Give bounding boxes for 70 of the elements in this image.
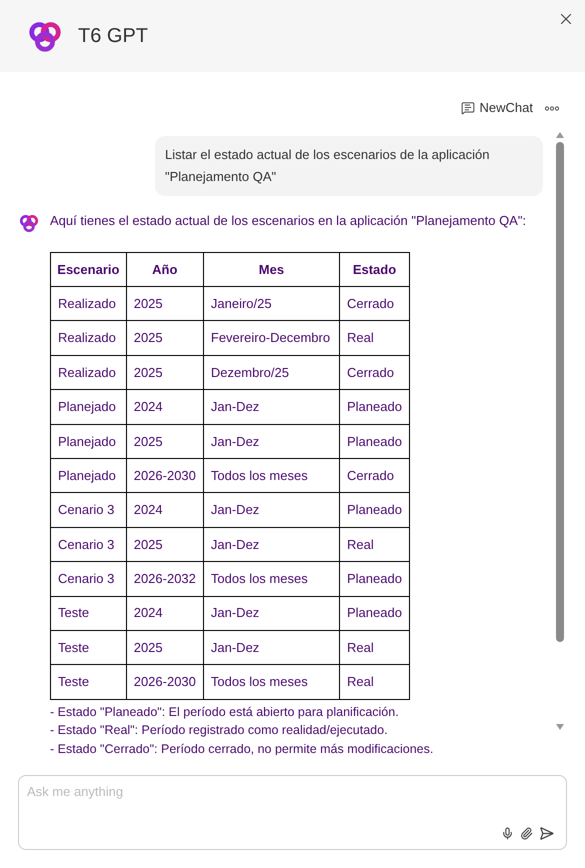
table-cell: Teste xyxy=(50,664,126,700)
app-title: T6 GPT xyxy=(78,24,148,49)
chat-input[interactable]: Ask me anything xyxy=(19,776,566,802)
table-cell: Jan-Dez xyxy=(203,596,340,630)
table-cell: Jan-Dez xyxy=(203,390,340,424)
table-cell: Realizado xyxy=(50,286,126,321)
table-cell: 2025 xyxy=(126,286,204,321)
paperclip-icon[interactable] xyxy=(520,827,533,840)
chat-input-box[interactable]: Ask me anything xyxy=(18,775,567,850)
table-cell: Jan-Dez xyxy=(203,527,340,562)
table-cell: Todos los meses xyxy=(203,458,340,493)
table-cell: Planeado xyxy=(340,390,410,424)
table-cell: Jan-Dez xyxy=(203,424,340,458)
user-message: Listar el estado actual de los escenarios de la aplicación "Planejamento QA" xyxy=(155,136,543,196)
table-cell: Cerrado xyxy=(340,286,410,321)
table-cell: 2026-2030 xyxy=(126,458,204,493)
table-cell: Real xyxy=(340,630,410,665)
note-text: - Estado "Cerrado": Período cerrado, no permite más modificaciones. xyxy=(50,740,434,755)
scroll-down-icon[interactable] xyxy=(556,724,564,730)
table-cell: 2026-2032 xyxy=(126,562,204,596)
scroll-up-icon[interactable] xyxy=(556,132,564,138)
table-cell: Teste xyxy=(50,596,126,630)
table-cell: Planejado xyxy=(50,390,126,424)
table-cell: Cerrado xyxy=(340,458,410,493)
chat-icon xyxy=(460,101,475,115)
table-cell: 2024 xyxy=(126,596,204,630)
more-icon[interactable] xyxy=(545,106,559,110)
column-header: Mes xyxy=(203,252,340,286)
table-cell: Cerrado xyxy=(340,355,410,390)
bot-avatar-icon xyxy=(18,212,40,234)
table-cell: Janeiro/25 xyxy=(203,286,340,321)
table-cell: 2024 xyxy=(126,492,204,528)
table-cell: Jan-Dez xyxy=(203,630,340,665)
table-cell: Planejado xyxy=(50,424,126,458)
new-chat-button[interactable]: NewChat xyxy=(460,98,533,118)
column-header: Año xyxy=(126,252,204,286)
table-cell: 2025 xyxy=(126,630,204,665)
table-cell: Real xyxy=(340,527,410,562)
table-cell: Real xyxy=(340,664,410,700)
table-cell: Dezembro/25 xyxy=(203,355,340,390)
table-cell: 2025 xyxy=(126,527,204,562)
table-cell: Planejado xyxy=(50,458,126,493)
table-cell: Real xyxy=(340,320,410,356)
table-cell: Realizado xyxy=(50,355,126,390)
table-cell: 2025 xyxy=(126,355,204,390)
scrollbar-thumb[interactable] xyxy=(556,142,564,642)
table-cell: Cenario 3 xyxy=(50,562,126,596)
table-cell: 2025 xyxy=(126,424,204,458)
table-cell: 2025 xyxy=(126,320,204,356)
column-header: Escenario xyxy=(50,252,126,286)
table-cell: 2024 xyxy=(126,390,204,424)
table-cell: Planeado xyxy=(340,596,410,630)
table-cell: Planeado xyxy=(340,562,410,596)
bot-intro-text: Aquí tienes el estado actual de los escenarios en la aplicación "Planejamento QA": xyxy=(50,212,526,230)
note-text: - Estado "Planeado": El período está abierto para planificación. xyxy=(50,704,400,721)
table-cell: Todos los meses xyxy=(203,664,340,700)
table-cell: Jan-Dez xyxy=(203,492,340,528)
table-cell: Todos los meses xyxy=(203,562,340,596)
table-cell: Cenario 3 xyxy=(50,492,126,528)
note-text: - Estado "Real": Período registrado como realidad/ejecutado. xyxy=(50,722,389,740)
table-cell: Planeado xyxy=(340,424,410,458)
column-header: Estado xyxy=(340,252,410,286)
table-cell: Planeado xyxy=(340,492,410,528)
table-cell: 2026-2030 xyxy=(126,664,204,700)
table-cell: Cenario 3 xyxy=(50,527,126,562)
microphone-icon[interactable] xyxy=(501,827,514,840)
table-cell: Teste xyxy=(50,630,126,665)
table-cell: Fevereiro-Decembro xyxy=(203,320,340,356)
send-icon[interactable] xyxy=(539,826,554,841)
table-cell: Realizado xyxy=(50,320,126,356)
